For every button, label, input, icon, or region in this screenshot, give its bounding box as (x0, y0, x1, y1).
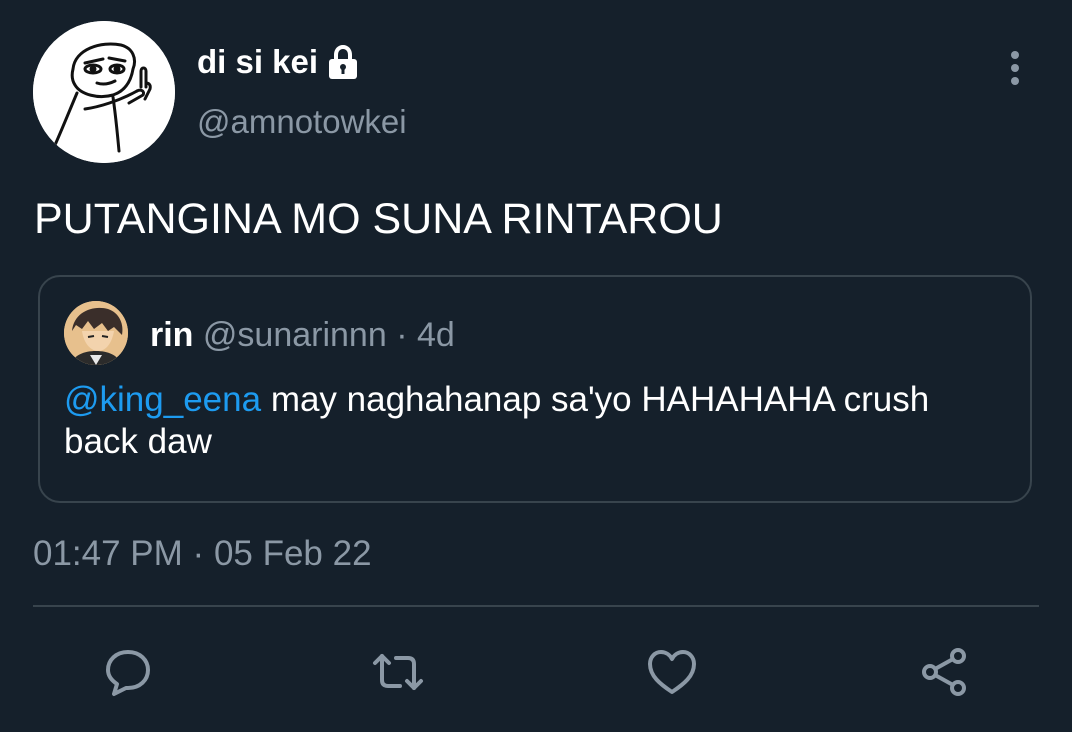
quoted-tweet-text: @king_eena may naghahanap sa'yo HAHAHAHA… (64, 379, 1004, 463)
author-avatar-image (33, 21, 175, 163)
author-handle[interactable]: @amnotowkei (197, 102, 407, 142)
more-vertical-icon-dot (1011, 51, 1019, 59)
more-options-button[interactable] (1000, 48, 1030, 88)
retweet-button[interactable] (370, 644, 426, 700)
quoted-author-display-name[interactable]: rin (150, 316, 193, 354)
quoted-tweet-header: rin @sunarinnn · 4d (150, 313, 455, 357)
lock-icon (326, 44, 360, 80)
reply-button[interactable] (100, 644, 156, 700)
tweet-date: 05 Feb 22 (213, 534, 372, 573)
more-vertical-icon-dot (1011, 64, 1019, 72)
reply-icon (106, 650, 150, 696)
share-icon (922, 648, 966, 696)
quoted-tweet-card[interactable]: rin @sunarinnn · 4d @king_eena may nagha… (38, 275, 1032, 503)
divider (33, 605, 1039, 607)
heart-icon (648, 650, 696, 694)
share-button[interactable] (916, 644, 972, 700)
quoted-author-handle[interactable]: @sunarinnn (203, 316, 387, 354)
quoted-tweet-age: 4d (417, 316, 455, 354)
like-button[interactable] (644, 644, 700, 700)
tweet-text: PUTANGINA MO SUNA RINTAROU (34, 195, 723, 243)
mention-link[interactable]: @king_eena (64, 380, 261, 419)
quoted-author-avatar-image (64, 301, 128, 365)
quoted-header-separator: · (396, 316, 408, 354)
quoted-author-avatar[interactable] (64, 301, 128, 365)
author-avatar[interactable] (33, 21, 175, 163)
retweet-icon (373, 654, 423, 690)
author-display-name[interactable]: di si kei (197, 40, 318, 84)
timestamp-separator: · (192, 534, 205, 573)
tweet-timestamp: 01:47 PM · 05 Feb 22 (33, 530, 372, 578)
author-name-row: di si kei (197, 40, 360, 84)
more-vertical-icon-dot (1011, 77, 1019, 85)
tweet-time: 01:47 PM (33, 534, 183, 573)
